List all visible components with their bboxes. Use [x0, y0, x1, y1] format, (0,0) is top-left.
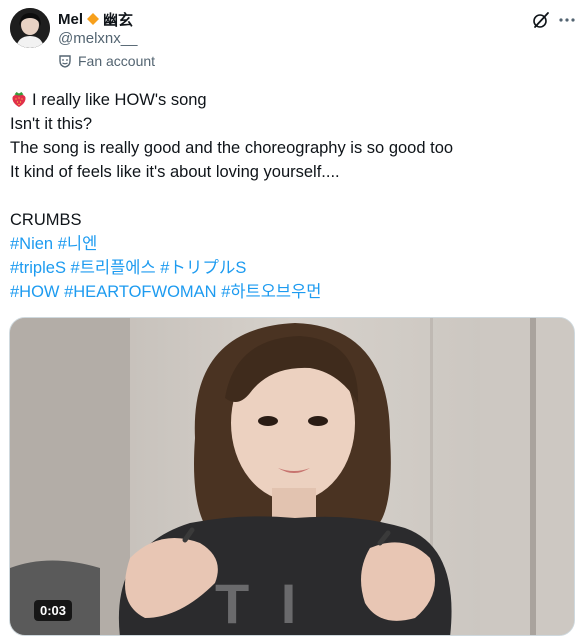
hashtag-row-1: #Nien #니엔 [10, 232, 575, 256]
video-player[interactable]: T I 0:03 [9, 317, 575, 636]
hashtag-link[interactable]: #トリプルS [160, 259, 246, 277]
more-icon [559, 18, 575, 22]
author-handle[interactable]: @melxnx__ [58, 30, 137, 47]
tweet-text: I really like HOW's song Isn't it this? … [10, 88, 575, 304]
author-display-name[interactable]: Mel [58, 11, 83, 28]
account-label: Fan account [58, 53, 155, 69]
tweet-line-4: It kind of feels like it's about loving … [10, 163, 340, 181]
hashtag-link[interactable]: #니엔 [58, 235, 98, 253]
hashtag-row-3: #HOW #HEARTOFWOMAN #하트오브우먼 [10, 280, 575, 304]
hashtag-row-2: #tripleS #트리플에스 #トリプルS [10, 256, 575, 280]
tweet-line-3: The song is really good and the choreogr… [10, 139, 454, 157]
tweet-line-1: I really like HOW's song [10, 88, 575, 112]
profile-photo [10, 8, 50, 48]
hashtag-link[interactable]: #HEARTOFWOMAN [64, 283, 217, 301]
strawberry-icon [12, 92, 26, 107]
video-thumbnail: T I [10, 318, 574, 635]
hashtag-link[interactable]: #하트오브우먼 [221, 283, 321, 301]
shirt-print: T I [215, 572, 304, 635]
author-display-name-suffix[interactable]: 幽玄 [103, 9, 133, 30]
hashtag-link[interactable]: #HOW [10, 283, 60, 301]
grok-icon [533, 12, 549, 28]
grok-button[interactable] [529, 8, 553, 32]
tweet-line-2: Isn't it this? [10, 115, 93, 133]
diamond-icon [87, 13, 100, 25]
video-duration-badge: 0:03 [34, 600, 73, 621]
hashtag-link[interactable]: #Nien [10, 235, 53, 253]
theater-mask-icon [59, 55, 71, 68]
avatar[interactable] [10, 8, 50, 48]
author-name-row[interactable]: Mel 幽玄 [58, 8, 133, 30]
tweet-line-1-text: I really like HOW's song [32, 91, 207, 109]
account-label-text: Fan account [78, 53, 156, 69]
tweet-line-5: CRUMBS [10, 211, 82, 229]
hashtag-link[interactable]: #tripleS [10, 259, 66, 277]
hashtag-link[interactable]: #트리플에스 [71, 259, 156, 277]
more-button[interactable] [557, 10, 577, 30]
